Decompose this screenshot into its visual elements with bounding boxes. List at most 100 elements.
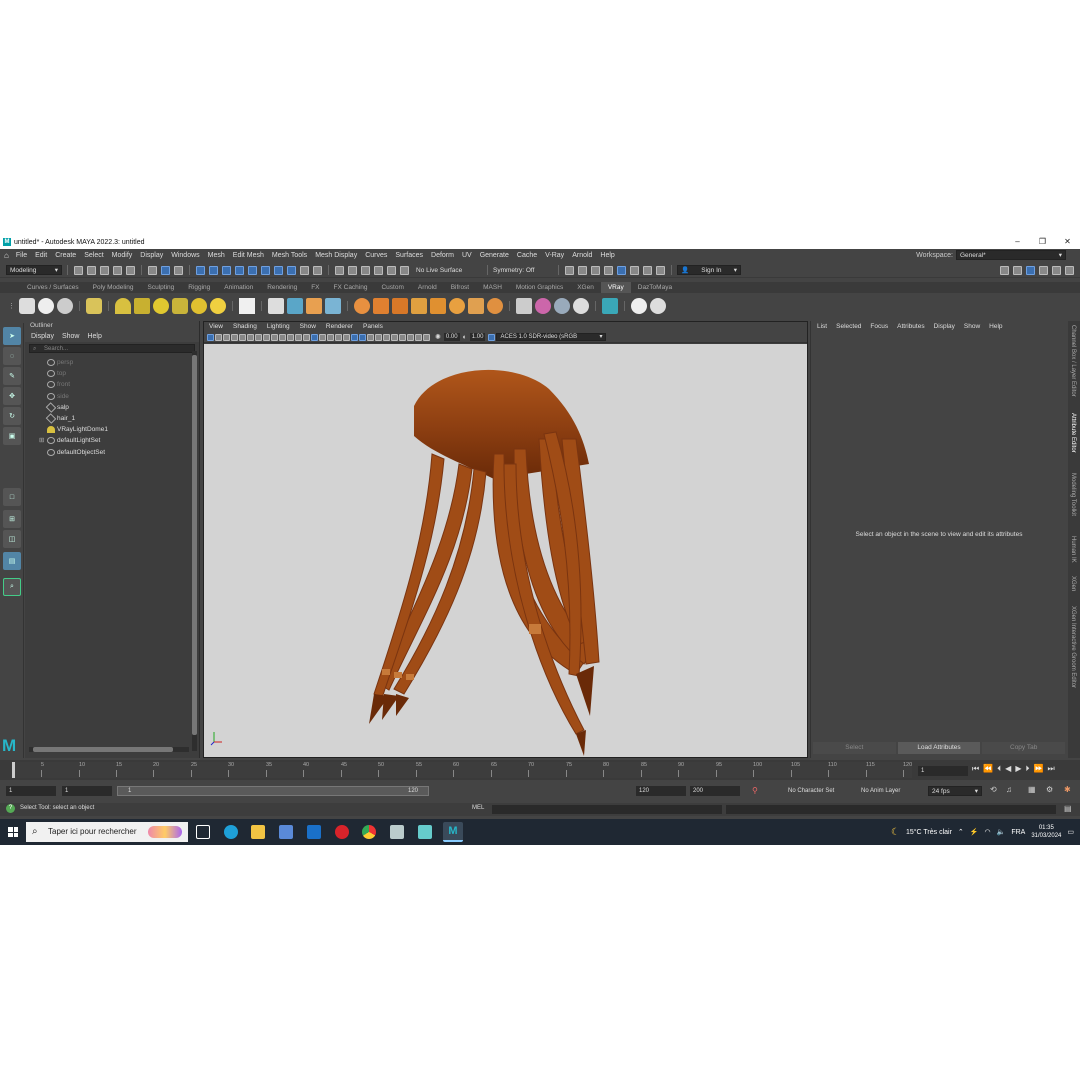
layout-icon[interactable] (1065, 265, 1074, 275)
history-icon[interactable] (313, 265, 322, 275)
camera-select-icon[interactable] (207, 333, 214, 341)
vray-hair-icon[interactable] (392, 298, 408, 314)
vray-ipr-icon[interactable] (57, 298, 73, 314)
maya-taskbar-icon[interactable]: M (443, 822, 463, 842)
viewport-menu-renderer[interactable]: Renderer (326, 322, 353, 332)
grease-pencil-icon[interactable] (247, 333, 254, 341)
load-attributes-button[interactable]: Load Attributes (897, 742, 981, 754)
scrollbar-thumb[interactable] (192, 355, 197, 735)
shelf-tab-fx[interactable]: FX (304, 282, 326, 293)
shelf-tab-bifrost[interactable]: Bifrost (444, 282, 476, 293)
vray-fur-icon[interactable] (287, 298, 303, 314)
view-transform-dropdown[interactable]: ACES 1.0 SDR-video (sRGB ▾ (496, 333, 607, 341)
screen-space-ao-icon[interactable] (367, 333, 374, 341)
render-settings-icon[interactable] (604, 265, 613, 275)
single-view-icon[interactable]: □ (3, 488, 21, 506)
menu-deform[interactable]: Deform (427, 252, 458, 259)
tab-channel-box[interactable]: Channel Box / Layer Editor (1070, 325, 1076, 397)
mail-icon[interactable] (307, 825, 321, 839)
open-scene-icon[interactable] (87, 265, 96, 275)
magnet-icon[interactable] (400, 265, 409, 275)
outliner-layout-icon[interactable]: ▤ (3, 552, 21, 570)
app-icon[interactable] (418, 825, 432, 839)
dome-light-icon[interactable] (115, 298, 131, 314)
snap-curve-icon[interactable] (209, 265, 218, 275)
menuset-dropdown[interactable]: Modeling ▾ (6, 265, 62, 275)
vray-blend-icon[interactable] (373, 298, 389, 314)
ae-menu-show[interactable]: Show (964, 321, 980, 333)
magnet-icon[interactable] (348, 265, 357, 275)
playback-end-field[interactable]: 120 (636, 786, 686, 796)
color-management-icon[interactable] (488, 333, 496, 341)
chrome-icon[interactable] (362, 825, 376, 839)
render-sequence-icon[interactable] (578, 265, 587, 275)
task-view-icon[interactable] (196, 825, 210, 839)
outliner-menu-display[interactable]: Display (31, 331, 54, 342)
taskbar-search-input[interactable]: ⌕ Taper ici pour rechercher (26, 822, 188, 842)
menu-edit[interactable]: Edit (31, 252, 51, 259)
character-set-dropdown[interactable]: No Character Set (778, 786, 842, 796)
vray-export-icon[interactable] (602, 298, 618, 314)
vray-color-icon[interactable] (535, 298, 551, 314)
layout-icon[interactable] (1052, 265, 1061, 275)
paint-select-tool-icon[interactable]: ✎ (3, 367, 21, 385)
snap-projected-icon[interactable] (235, 265, 244, 275)
vray-grid-icon[interactable] (411, 298, 427, 314)
bookmark-icon[interactable] (223, 333, 230, 341)
wireframe-on-shaded-icon[interactable] (335, 333, 342, 341)
vray-bubbles-icon[interactable] (554, 298, 570, 314)
vray-sphere-icon[interactable] (449, 298, 465, 314)
go-to-end-icon[interactable]: ⏭ (1047, 764, 1054, 774)
cache-icon[interactable]: ▦ (1028, 785, 1036, 794)
select-hierarchy-icon[interactable] (148, 265, 157, 275)
menu-arnold[interactable]: Arnold (568, 252, 596, 259)
vray-displacement-icon[interactable] (430, 298, 446, 314)
select-tool-icon[interactable]: ➤ (3, 327, 21, 345)
step-forward-key-icon[interactable]: ⏩ (1033, 764, 1043, 774)
outliner-item-hair-1[interactable]: hair_1 (25, 413, 199, 424)
render-view-icon[interactable] (643, 265, 652, 275)
select-object-icon[interactable] (161, 265, 170, 275)
playhead[interactable] (12, 762, 15, 778)
safe-action-icon[interactable] (295, 333, 302, 341)
vray-gear-icon[interactable] (487, 298, 503, 314)
layout-icon[interactable] (1013, 265, 1022, 275)
menu-cache[interactable]: Cache (513, 252, 541, 259)
viewport-camera-view[interactable] (204, 344, 807, 757)
smooth-shade-icon[interactable] (319, 333, 326, 341)
workspace-dropdown[interactable]: General* ▾ (956, 250, 1066, 260)
tab-human-ik[interactable]: Human IK (1070, 536, 1076, 563)
magnet-icon[interactable] (335, 265, 344, 275)
outliner-menu-help[interactable]: Help (87, 331, 101, 342)
preferences-icon[interactable]: ⚙ (1046, 785, 1053, 794)
isolate-select-icon[interactable] (399, 333, 406, 341)
xray-icon[interactable] (407, 333, 414, 341)
layout-icon[interactable] (1000, 265, 1009, 275)
tab-modeling-toolkit[interactable]: Modeling Toolkit (1070, 473, 1076, 516)
ae-menu-attributes[interactable]: Attributes (897, 321, 924, 333)
script-editor-icon[interactable]: ▤ (1064, 804, 1072, 813)
mesh-light-icon[interactable] (172, 298, 188, 314)
play-forward-icon[interactable]: ▶ (1015, 764, 1021, 774)
vray-plane-icon[interactable] (239, 298, 255, 314)
redo-icon[interactable] (126, 265, 135, 275)
outliner-item-front[interactable]: front (25, 379, 199, 390)
shelf-tab-mash[interactable]: MASH (476, 282, 509, 293)
fps-dropdown[interactable]: 24 fps ▾ (928, 786, 982, 796)
vray-render-icon[interactable] (617, 265, 626, 275)
home-icon[interactable]: ⌂ (4, 251, 9, 260)
script-language-toggle[interactable]: MEL (472, 805, 484, 811)
sound-icon[interactable]: ♫ (1006, 785, 1012, 794)
shelf-tab-animation[interactable]: Animation (217, 282, 260, 293)
shadows-icon[interactable] (359, 333, 366, 341)
menu-windows[interactable]: Windows (167, 252, 203, 259)
menu-surfaces[interactable]: Surfaces (391, 252, 427, 259)
ae-menu-list[interactable]: List (817, 321, 827, 333)
network-icon[interactable]: ⚡ (970, 828, 979, 836)
outliner-item-vraylightdome1[interactable]: VRayLightDome1 (25, 424, 199, 435)
pause-icon[interactable] (656, 265, 665, 275)
outliner-horizontal-scrollbar[interactable] (29, 747, 189, 752)
sun-light-icon[interactable] (210, 298, 226, 314)
film-gate-icon[interactable] (263, 333, 270, 341)
vray-frame-buffer-icon[interactable] (19, 298, 35, 314)
